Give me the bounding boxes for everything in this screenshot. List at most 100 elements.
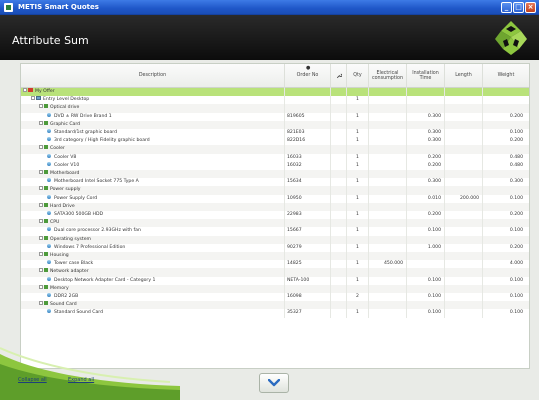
table-row[interactable]: Desktop Network Adapter Card - Category … <box>21 276 529 285</box>
tree-group-row[interactable]: Housing <box>21 252 529 261</box>
col-length[interactable]: Length <box>445 64 483 88</box>
window-title: METIS Smart Quotes <box>18 3 99 11</box>
table-row[interactable]: Dual core processor 2.93GHz with fan 1566… <box>21 227 529 236</box>
tree-expander-icon[interactable] <box>39 268 43 273</box>
cell-weight: 0.100 <box>509 228 523 234</box>
cell-description: Windows 7 Professional Edition <box>21 243 285 252</box>
cell-qty: 1 <box>347 161 369 170</box>
cell-weight: 0.200 <box>509 138 523 144</box>
col-installation-time[interactable]: Installation Time <box>407 64 445 88</box>
tree-group-row[interactable]: Optical drive <box>21 104 529 113</box>
description-text: Desktop Network Adapter Card - Category … <box>54 277 156 283</box>
tree-expander-icon[interactable] <box>39 104 43 109</box>
component-icon <box>47 227 51 232</box>
cell-weight <box>483 170 529 178</box>
tree-expander-icon[interactable] <box>39 120 43 125</box>
table-row[interactable]: Cooler V8 16033 1 0.200 0.480 <box>21 153 529 162</box>
minimize-icon[interactable]: _ <box>501 2 512 13</box>
tree-expander-icon[interactable] <box>23 88 27 92</box>
tree-group-row[interactable]: Cooler <box>21 145 529 154</box>
tree-expander-icon[interactable] <box>31 96 35 101</box>
tree-expander-icon[interactable] <box>39 252 43 256</box>
tree-group-row[interactable]: Entry Level Desktop 1 <box>21 96 529 105</box>
tree-expander-icon[interactable] <box>39 219 43 224</box>
cell-electrical <box>369 170 407 179</box>
cell-wrench <box>331 301 347 310</box>
cell-electrical <box>369 301 407 310</box>
table-row[interactable]: Power Supply Cord 10950 1 0.010 200.000 0.100 <box>21 194 529 203</box>
tree-group-row[interactable]: Power supply <box>21 186 529 195</box>
collapse-all-link[interactable]: Collapse all <box>18 377 47 383</box>
description-text: Entry Level Desktop <box>43 97 90 103</box>
table-row[interactable]: SATA300 500GB HDD 22983 1 0.200 0.200 <box>21 211 529 220</box>
component-icon <box>47 260 51 265</box>
cell-electrical <box>369 309 407 318</box>
cell-qty <box>347 219 369 228</box>
tree-group-row[interactable]: Network adapter <box>21 268 529 277</box>
cell-length <box>445 219 483 228</box>
cell-qty <box>347 120 369 129</box>
col-qty[interactable]: Qty <box>347 64 369 88</box>
tree-group-row[interactable]: Motherboard <box>21 170 529 179</box>
col-electrical-consumption[interactable]: Electrical consumption <box>369 64 407 88</box>
cell-order-no: 35327 <box>285 309 331 318</box>
col-wrench[interactable] <box>331 64 347 88</box>
cell-wrench <box>331 186 347 195</box>
table-row[interactable]: DDR2 2GB 16098 2 0.100 0.100 <box>21 293 529 302</box>
cell-wrench <box>331 276 347 285</box>
cell-length <box>445 301 483 310</box>
cell-wrench <box>331 88 347 97</box>
cell-weight <box>483 236 529 244</box>
cell-weight <box>483 252 529 260</box>
cell-description: Cooler <box>21 145 285 154</box>
description-text: My Offer <box>35 89 55 94</box>
cell-qty: 1 <box>347 243 369 252</box>
tree-expander-icon[interactable] <box>39 186 43 191</box>
tree-expander-icon[interactable] <box>39 235 43 240</box>
col-weight[interactable]: Weight <box>483 64 529 88</box>
cell-qty <box>347 145 369 154</box>
tree-group-row[interactable]: Memory <box>21 284 529 293</box>
tree-expander-icon[interactable] <box>39 284 43 289</box>
folder-icon <box>44 268 48 273</box>
table-row[interactable]: Standard Sound Card 35327 1 0.100 0.100 <box>21 309 529 318</box>
col-description[interactable]: Description <box>21 64 285 88</box>
maximize-icon[interactable]: □ <box>513 2 524 13</box>
cell-length <box>445 88 483 97</box>
cell-length <box>445 161 483 170</box>
table-row[interactable]: Tower case Black 14825 1 450.000 4.000 <box>21 260 529 269</box>
tree-expander-icon[interactable] <box>39 301 43 306</box>
close-icon[interactable]: × <box>525 2 536 13</box>
next-button[interactable] <box>259 373 289 393</box>
cell-installation: 0.100 <box>407 309 445 318</box>
tree-group-row[interactable]: Sound Card <box>21 301 529 310</box>
cell-weight <box>483 268 529 276</box>
table-row[interactable]: Cooler V10 16032 1 0.200 0.480 <box>21 161 529 170</box>
cell-installation <box>407 268 445 277</box>
description-text: Motherboard Intel Socket 775 Type A <box>54 179 139 185</box>
tree-expander-icon[interactable] <box>39 145 43 150</box>
cell-qty: 1 <box>347 137 369 146</box>
cell-length <box>445 284 483 293</box>
table-row[interactable]: Windows 7 Professional Edition 90279 1 1.00… <box>21 243 529 252</box>
cell-electrical <box>369 276 407 285</box>
tree-expander-icon[interactable] <box>39 170 43 174</box>
offer-icon <box>28 88 33 92</box>
cell-installation <box>407 235 445 244</box>
cell-length: 200.000 <box>445 194 483 203</box>
table-row[interactable]: DVD ± RW Drive Brand 1 819605 1 0.300 0.200 <box>21 112 529 121</box>
table-row[interactable]: 3rd category / High Fidelity graphic boa… <box>21 137 529 146</box>
cell-electrical <box>369 293 407 302</box>
tree-expander-icon[interactable] <box>39 202 43 207</box>
tree-root-row[interactable]: My Offer <box>21 88 529 97</box>
component-icon <box>47 129 51 133</box>
tree-group-row[interactable]: CPU <box>21 219 529 228</box>
window-controls: _ □ × <box>501 2 536 13</box>
table-row[interactable]: Motherboard Intel Socket 775 Type A 15634… <box>21 178 529 187</box>
expand-all-link[interactable]: Expand all <box>68 377 94 383</box>
tree-group-row[interactable]: Hard Drive <box>21 202 529 211</box>
table-row[interactable]: Standard/1st graphic board 821E03 1 0.300 0.… <box>21 129 529 138</box>
description-text: Power supply <box>50 187 81 193</box>
tree-group-row[interactable]: Graphic Card <box>21 120 529 129</box>
tree-group-row[interactable]: Operating system <box>21 235 529 244</box>
